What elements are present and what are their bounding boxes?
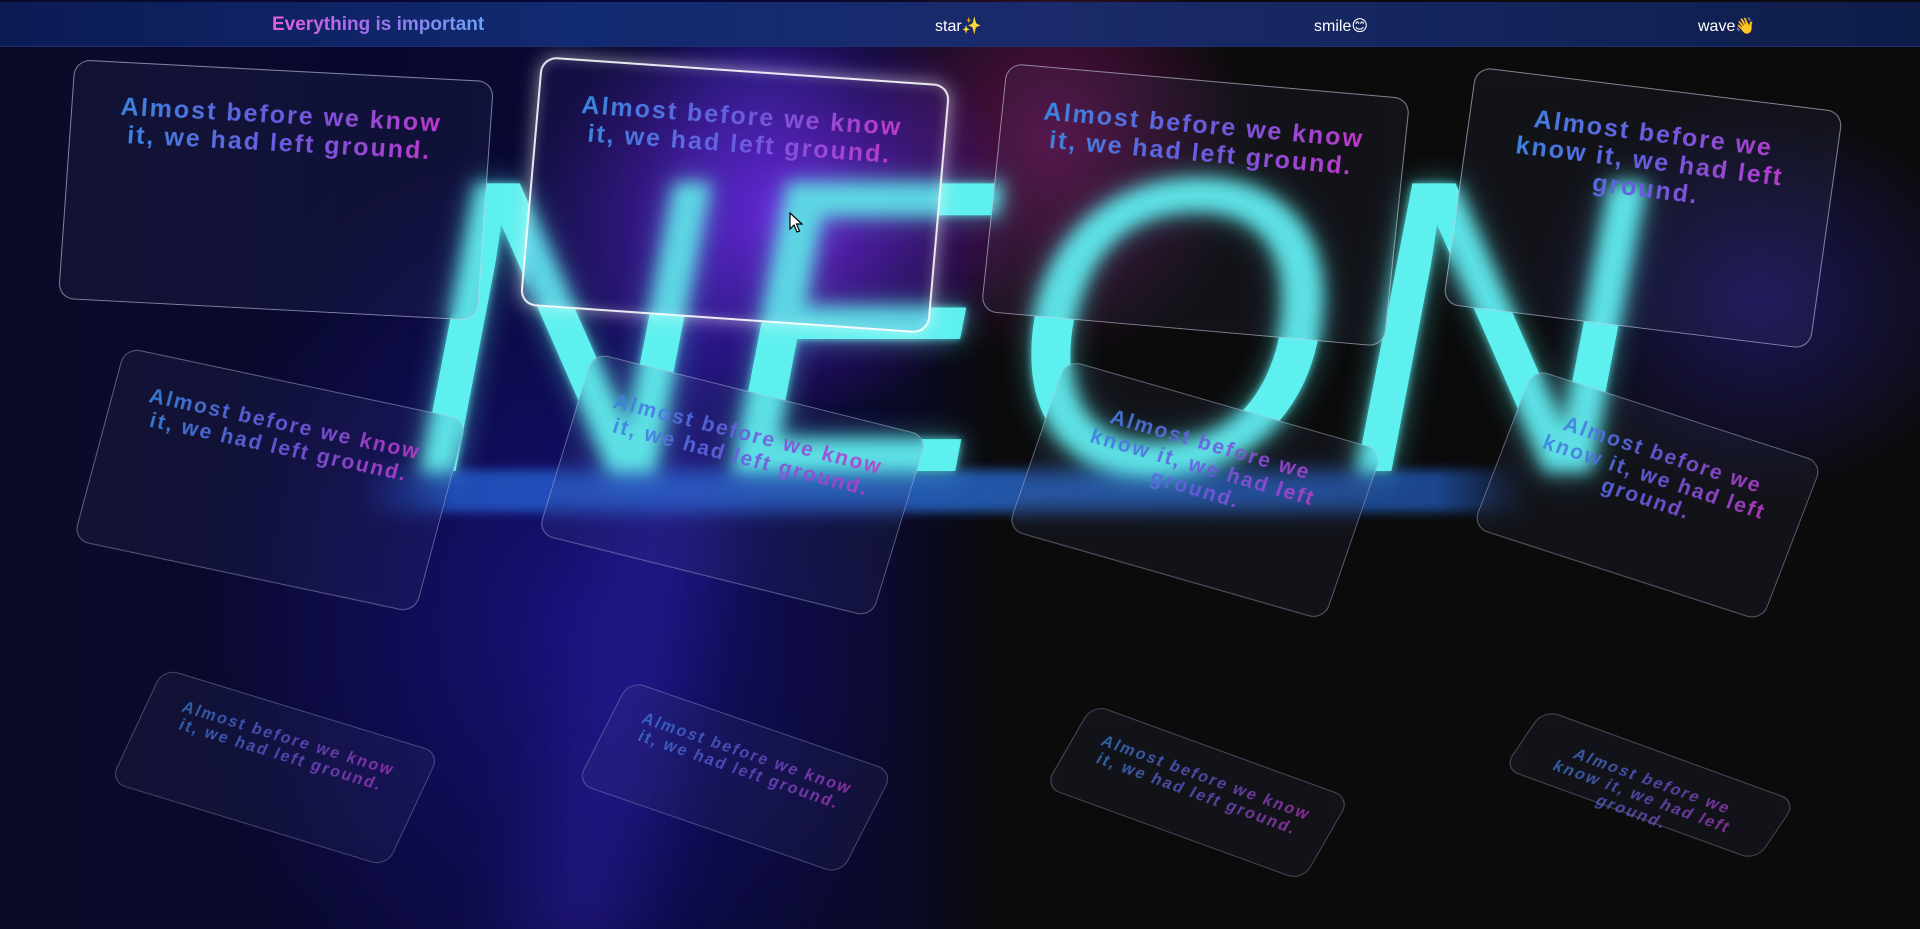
mouse-pointer-icon — [789, 212, 803, 233]
card-1[interactable]: Almost before we know it, we had left gr… — [57, 59, 495, 321]
card-4[interactable]: Almost before we know it, we had left gr… — [1442, 66, 1844, 350]
card-3[interactable]: Almost before we know it, we had left gr… — [980, 63, 1411, 347]
nav-link-star[interactable]: star✨ — [935, 16, 982, 36]
card-text: Almost before we know it, we had left gr… — [1461, 68, 1842, 226]
nav-link-wave[interactable]: wave👋 — [1698, 16, 1755, 36]
card-9[interactable]: Almost before we know it, we had left gr… — [109, 667, 441, 868]
nav-link-smile[interactable]: smile😊 — [1314, 16, 1368, 36]
top-navigation-bar: Everything is important star✨ smile😊 wav… — [0, 2, 1920, 47]
card-text: Almost before we know it, we had left gr… — [1497, 370, 1821, 558]
brand-link[interactable]: Everything is important — [272, 14, 484, 36]
card-text: Almost before we know it, we had left gr… — [70, 60, 493, 168]
card-text: Almost before we know it, we had left gr… — [1063, 705, 1349, 849]
card-12[interactable]: Almost before we know it, we had left gr… — [1502, 708, 1798, 862]
card-text: Almost before we know it, we had left gr… — [139, 669, 439, 806]
card-2[interactable]: Almost before we know it, we had left gr… — [519, 56, 951, 334]
card-11[interactable]: Almost before we know it, we had left gr… — [1044, 703, 1351, 882]
page-canvas: Everything is important star✨ smile😊 wav… — [0, 0, 1920, 929]
card-text: Almost before we know it, we had left gr… — [1500, 710, 1795, 866]
card-8[interactable]: Almost before we know it, we had left gr… — [1471, 368, 1824, 622]
card-text: Almost before we know it, we had left gr… — [603, 681, 892, 824]
card-text: Almost before we know it, we had left gr… — [536, 58, 949, 172]
card-text: Almost before we know it, we had left gr… — [999, 64, 1410, 185]
